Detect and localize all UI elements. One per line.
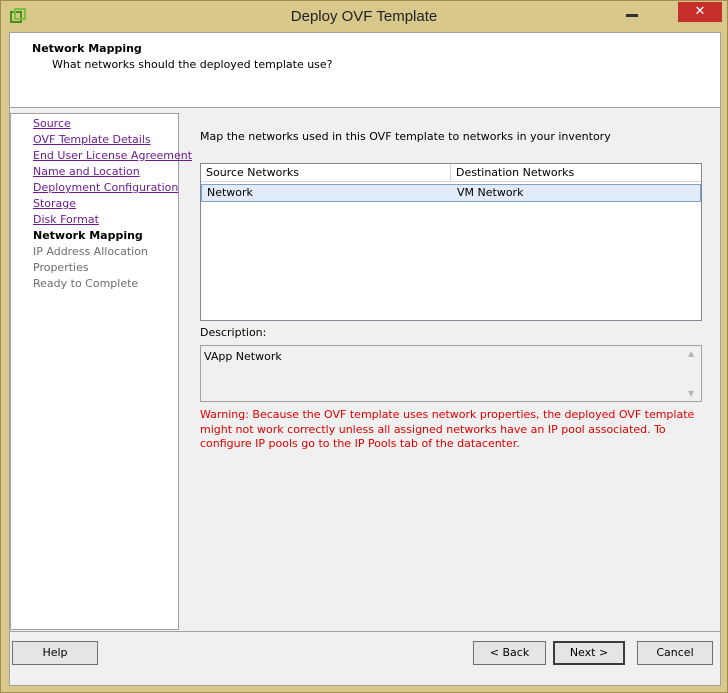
column-header-destination-networks[interactable]: Destination Networks [451, 164, 701, 182]
wizard-steps-panel: Source OVF Template Details End User Lic… [10, 113, 192, 630]
destination-network-cell[interactable]: VM Network [457, 186, 523, 199]
mapping-instruction: Map the networks used in this OVF templa… [200, 130, 611, 143]
step-end-user-license-agreement[interactable]: End User License Agreement [33, 149, 192, 162]
step-storage[interactable]: Storage [33, 197, 76, 210]
description-text: VApp Network [204, 350, 282, 363]
step-source[interactable]: Source [33, 117, 71, 130]
close-button[interactable]: ✕ [678, 2, 722, 22]
description-scrollbar[interactable]: ▲ ▼ [685, 346, 701, 401]
step-ovf-template-details[interactable]: OVF Template Details [33, 133, 151, 146]
help-button[interactable]: Help [12, 641, 98, 665]
window-title: Deploy OVF Template [290, 8, 438, 25]
page-subtitle: What networks should the deployed templa… [52, 58, 333, 71]
dialog-client-area: Network Mapping What networks should the… [9, 32, 721, 686]
step-name-and-location[interactable]: Name and Location [33, 165, 140, 178]
title-bar[interactable]: Deploy OVF Template ✕ [1, 1, 727, 32]
step-ip-address-allocation: IP Address Allocation [33, 245, 148, 258]
page-title: Network Mapping [32, 42, 142, 55]
footer-divider [10, 631, 720, 632]
step-network-mapping: Network Mapping [33, 229, 143, 242]
table-row[interactable]: Network VM Network [201, 184, 701, 202]
wizard-header: Network Mapping What networks should the… [10, 33, 720, 108]
next-button[interactable]: Next > [553, 641, 625, 665]
back-button[interactable]: < Back [473, 641, 546, 665]
source-network-cell: Network [207, 186, 253, 199]
step-deployment-configuration[interactable]: Deployment Configuration [33, 181, 178, 194]
network-mapping-table: Source Networks Destination Networks Net… [200, 163, 702, 321]
description-box: VApp Network ▲ ▼ [200, 345, 702, 402]
cancel-button[interactable]: Cancel [637, 641, 713, 665]
network-warning-text: Warning: Because the OVF template uses n… [200, 408, 695, 450]
scroll-down-icon[interactable]: ▼ [688, 389, 694, 398]
step-disk-format[interactable]: Disk Format [33, 213, 99, 226]
step-properties: Properties [33, 261, 89, 274]
description-label: Description: [200, 326, 267, 339]
scroll-up-icon[interactable]: ▲ [688, 349, 694, 358]
column-header-source-networks[interactable]: Source Networks [201, 164, 451, 182]
dialog-window: Deploy OVF Template ✕ Network Mapping Wh… [0, 0, 728, 693]
minimize-icon[interactable] [626, 14, 638, 17]
step-ready-to-complete: Ready to Complete [33, 277, 139, 290]
